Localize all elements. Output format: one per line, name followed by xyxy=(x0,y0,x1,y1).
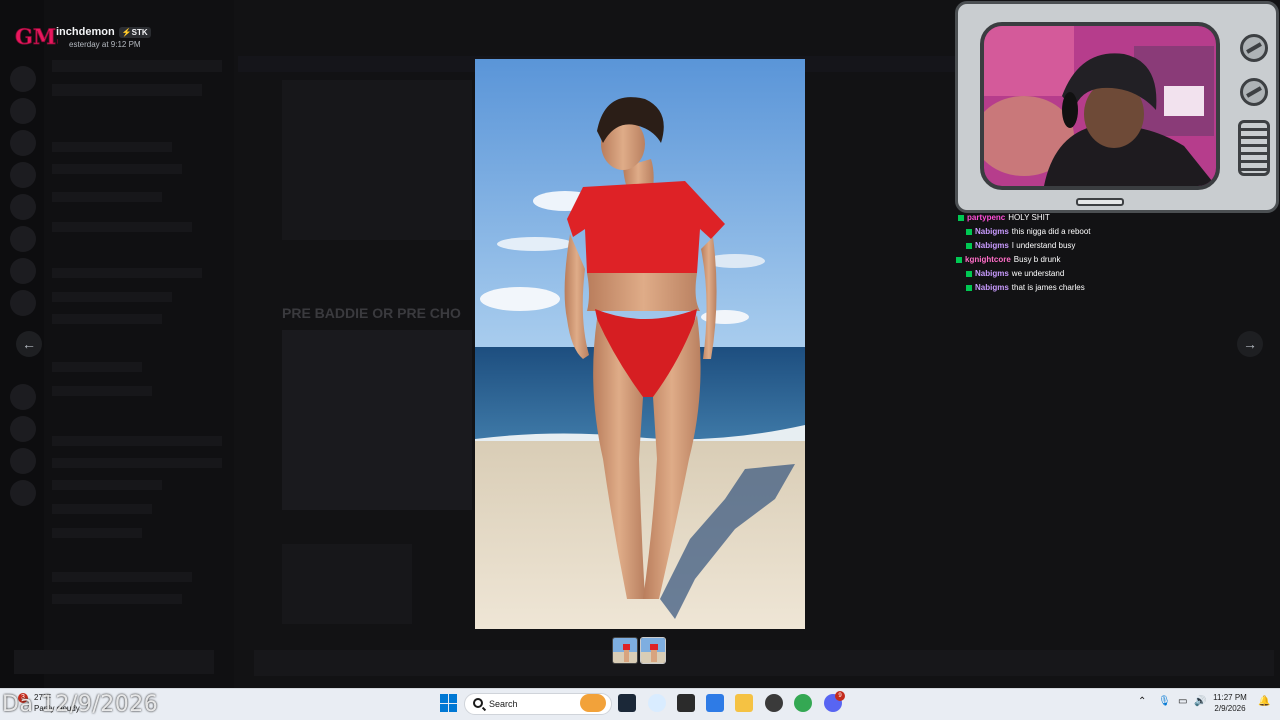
network-icon[interactable]: ▭ xyxy=(1178,696,1187,707)
server-icon[interactable] xyxy=(10,384,36,410)
chat-text: this nigga did a reboot xyxy=(1011,227,1091,236)
chat-text: HOLY SHIT xyxy=(1008,213,1050,222)
server-tag-text: STK xyxy=(131,27,148,37)
media-author: GMS inchdemon ⚡STK esterday at 9:12 PM xyxy=(14,22,151,50)
chat-username[interactable]: kgnightcore xyxy=(965,255,1011,264)
gms-logo-icon: GMS xyxy=(15,24,58,50)
chat-text: I understand busy xyxy=(1011,241,1076,250)
tv-slot-icon xyxy=(1076,198,1124,206)
message-title: PRE BADDIE OR PRE CHO xyxy=(282,305,461,321)
webcam-feed xyxy=(980,22,1220,190)
stream-chat: partypenc HOLY SHIT Nabigms this nigga did… xyxy=(956,211,1256,295)
file-explorer-icon[interactable] xyxy=(735,694,753,712)
tv-knob-icon xyxy=(1240,78,1268,106)
server-tag-badge: ⚡STK xyxy=(118,26,151,38)
server-icon[interactable] xyxy=(10,480,36,506)
beach-photo xyxy=(475,59,805,629)
chat-message: Nabigms that is james charles xyxy=(956,281,1256,295)
channel-list xyxy=(14,0,234,688)
subscriber-badge-icon xyxy=(966,270,972,277)
chat-message: Nabigms this nigga did a reboot xyxy=(956,225,1256,239)
server-icon[interactable] xyxy=(10,194,36,220)
show-hidden-icons-chevron-icon[interactable]: ⌃ xyxy=(1138,696,1146,707)
chat-message: partypenc HOLY SHIT xyxy=(956,211,1256,225)
search-placeholder: Search xyxy=(489,699,518,709)
notifications-bell-icon[interactable]: 🔔 xyxy=(1258,696,1270,707)
volume-icon[interactable]: 🔊 xyxy=(1194,696,1206,707)
search-icon xyxy=(473,698,483,708)
chat-text: we understand xyxy=(1011,269,1065,278)
chat-username[interactable]: Nabigms xyxy=(975,241,1009,250)
chat-username[interactable]: Nabigms xyxy=(975,283,1009,292)
discord-notification-badge: 9 xyxy=(835,691,845,701)
epic-games-icon[interactable] xyxy=(677,694,695,712)
media-thumbnail-strip xyxy=(612,637,666,664)
clock-date: 2/9/2026 xyxy=(1214,704,1246,713)
server-icon[interactable] xyxy=(10,130,36,156)
chat-message: Nabigms we understand xyxy=(956,267,1256,281)
chrome-icon[interactable] xyxy=(794,694,812,712)
previous-media-button[interactable]: ← xyxy=(16,331,42,357)
app-icon[interactable] xyxy=(765,694,783,712)
server-icon[interactable] xyxy=(10,98,36,124)
windows-taskbar xyxy=(0,688,1280,720)
microphone-icon[interactable]: 🎙 xyxy=(1158,696,1171,707)
svg-text:GMS: GMS xyxy=(15,24,58,49)
chat-username[interactable]: Nabigms xyxy=(975,269,1009,278)
chat-message: Nabigms I understand busy xyxy=(956,239,1256,253)
chat-message: kgnightcore Busy b drunk xyxy=(956,253,1256,267)
subscriber-badge-icon xyxy=(958,214,964,221)
subscriber-badge-icon xyxy=(966,284,972,291)
next-media-button[interactable]: → xyxy=(1237,331,1263,357)
media-image[interactable] xyxy=(475,59,805,629)
chat-username[interactable]: Nabigms xyxy=(975,227,1009,236)
subscriber-badge-icon xyxy=(966,242,972,249)
chat-text: Busy b drunk xyxy=(1013,255,1061,264)
server-icon[interactable] xyxy=(10,162,36,188)
author-name-text[interactable]: inchdemon xyxy=(56,26,115,38)
clock-time: 11:27 PM xyxy=(1213,693,1247,702)
author-name[interactable]: inchdemon ⚡STK xyxy=(56,26,151,38)
tv-knob-icon xyxy=(1240,34,1268,62)
chat-username[interactable]: partypenc xyxy=(967,213,1005,222)
steam-icon[interactable] xyxy=(618,694,636,712)
webcam-tv-frame xyxy=(955,1,1279,213)
subscriber-badge-icon xyxy=(966,228,972,235)
taskbar-clock[interactable]: 11:27 PM 2/9/2026 xyxy=(1208,692,1252,714)
tv-speaker-grille-icon xyxy=(1238,120,1270,176)
thumbnail-selected[interactable] xyxy=(640,637,666,664)
chat-text: that is james charles xyxy=(1011,283,1085,292)
server-icon[interactable] xyxy=(10,416,36,442)
windows-logo-icon xyxy=(440,694,448,703)
start-button[interactable] xyxy=(440,694,458,712)
server-icon[interactable] xyxy=(10,258,36,284)
thumbnail[interactable] xyxy=(612,637,638,664)
search-highlight-icon[interactable] xyxy=(580,694,606,712)
server-icon[interactable] xyxy=(10,66,36,92)
server-icon[interactable] xyxy=(10,226,36,252)
settings-icon[interactable] xyxy=(648,694,666,712)
post-timestamp: esterday at 9:12 PM xyxy=(69,40,141,49)
date-overlay-text: Da 12/9/2026 xyxy=(2,692,159,717)
subscriber-badge-icon xyxy=(956,256,962,263)
server-icon[interactable] xyxy=(10,290,36,316)
server-icon[interactable] xyxy=(10,448,36,474)
screen: PRE BADDIE OR PRE CHO GMS inchdemon ⚡STK… xyxy=(0,0,1280,720)
app-icon[interactable] xyxy=(706,694,724,712)
